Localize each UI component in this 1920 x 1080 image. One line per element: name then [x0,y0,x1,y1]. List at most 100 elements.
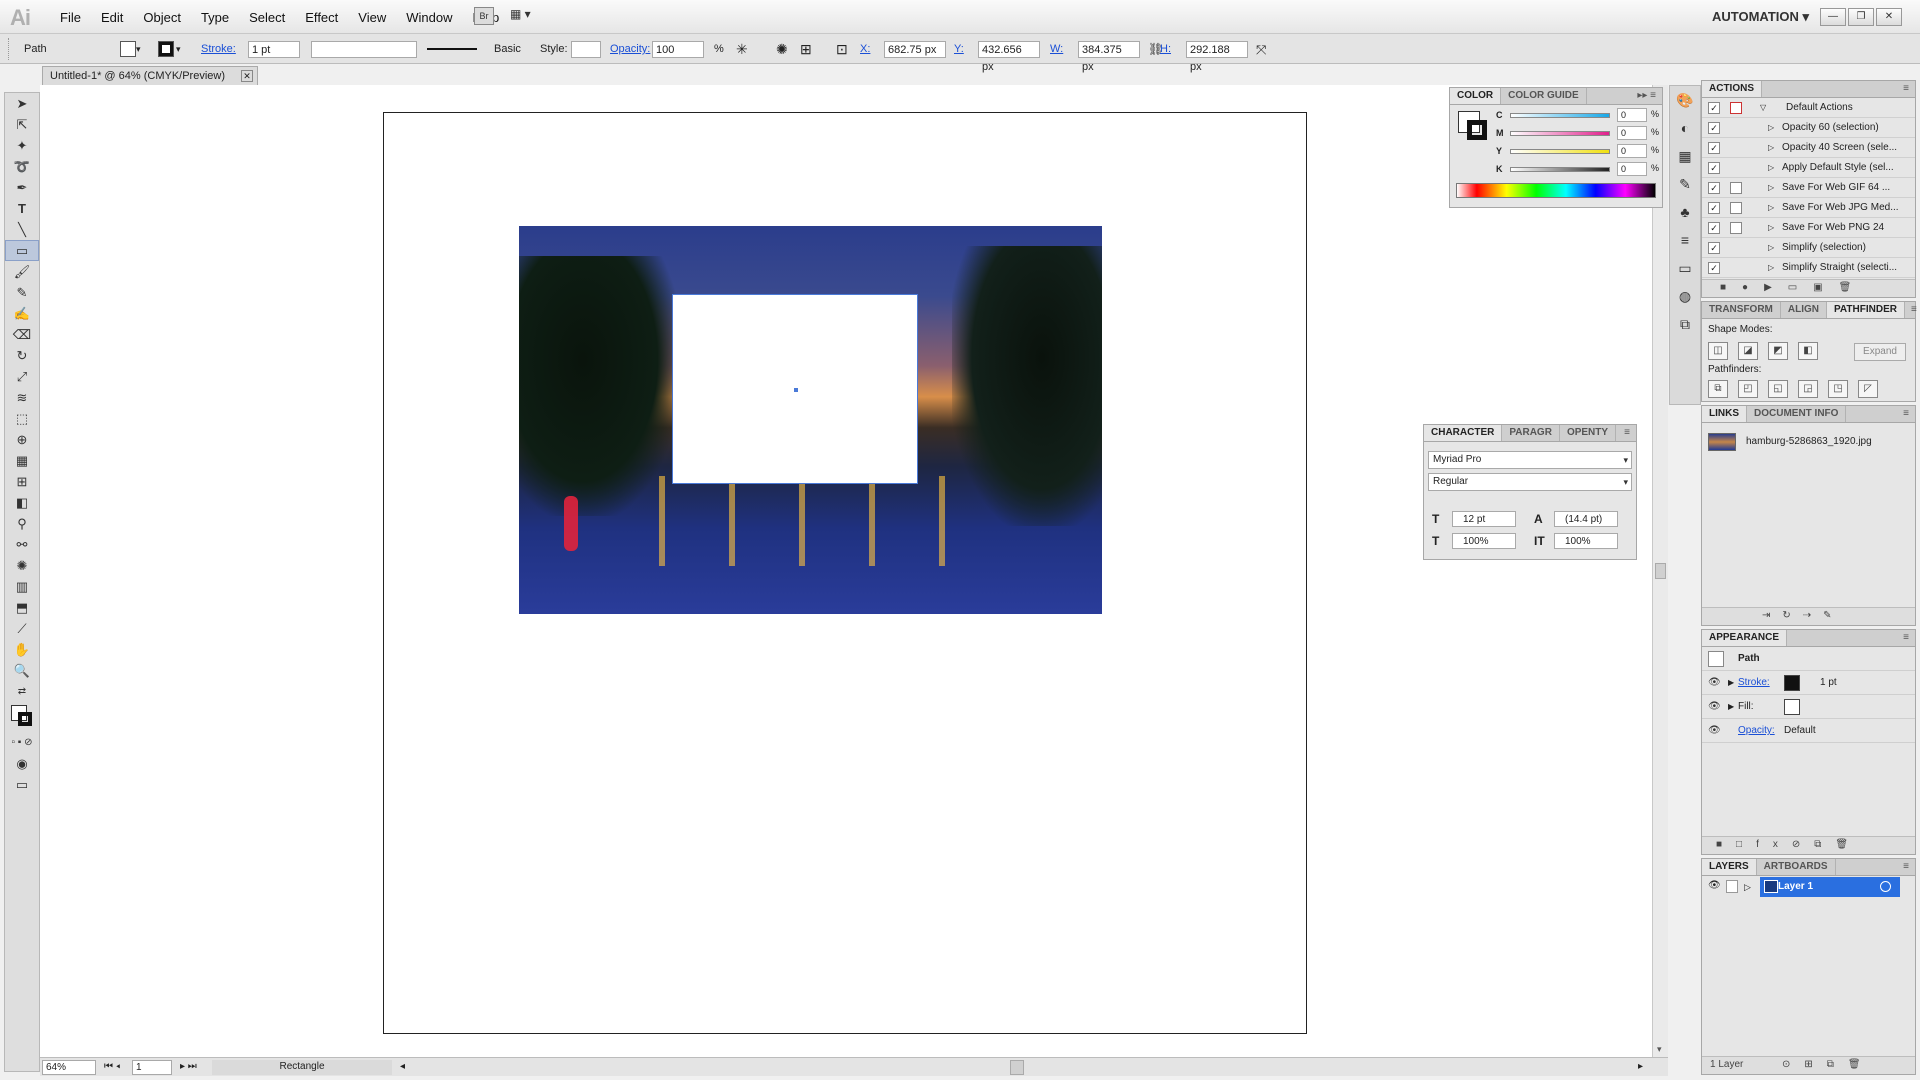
artboard-nav-first-icon[interactable]: ⏮ ◂ [104,1060,120,1075]
warp-tool-icon[interactable]: ≋ [5,387,39,408]
expand-triangle-icon[interactable]: ▷ [1768,218,1774,238]
selected-rectangle[interactable] [672,294,918,484]
rectangle-tool-icon[interactable]: ▭ [5,240,39,261]
panel-menu-icon[interactable]: ≡ [1618,425,1636,441]
expand-triangle-icon[interactable]: ▷ [1768,238,1774,258]
current-tool-status[interactable]: Rectangle [212,1060,392,1075]
link-controls-icon[interactable]: ⇥↻⇢✎ [1702,610,1844,621]
h-field[interactable]: 292.188 px [1186,41,1248,73]
color-panel-icon[interactable]: 🎨 [1670,86,1700,114]
expand-triangle-icon[interactable]: ▷ [1744,877,1751,897]
expand-triangle-icon[interactable]: ▷ [1768,158,1774,178]
checkmark-icon[interactable]: ✓ [1708,182,1720,194]
fill-stroke-widget[interactable] [5,702,39,732]
w-label[interactable]: W: [1050,41,1063,58]
transparency-panel-icon[interactable]: ◍ [1670,282,1700,310]
leading-value[interactable]: (14.4 pt) [1554,511,1618,527]
font-style-select[interactable]: Regular ▾ [1428,473,1632,491]
tab-links[interactable]: LINKS [1702,406,1747,422]
yellow-bar[interactable] [1510,149,1610,154]
magenta-bar[interactable] [1510,131,1610,136]
transform-icon[interactable]: ⤧ [1256,41,1266,58]
menu-type[interactable]: Type [191,10,239,25]
menu-window[interactable]: Window [396,10,462,25]
menu-effect[interactable]: Effect [295,10,348,25]
gradient-tool-icon[interactable]: ◧ [5,492,39,513]
chevron-down-icon[interactable]: ▾ [176,41,181,58]
align-icon[interactable]: ⊞ [800,41,812,58]
dialog-toggle-icon[interactable] [1730,202,1742,214]
shape-builder-tool-icon[interactable]: ⊕ [5,429,39,450]
eyedropper-tool-icon[interactable]: ⚲ [5,513,39,534]
intersect-icon[interactable]: ◩ [1768,342,1788,360]
screen-mode-icon[interactable]: ▭ [5,774,39,795]
artboard-nav-next-icon[interactable]: ▸ ⏭ [180,1060,197,1075]
cyan-bar[interactable] [1510,113,1610,118]
variable-width-select[interactable] [311,41,417,58]
scroll-down-icon[interactable]: ▾ [1657,1044,1662,1055]
stroke-link[interactable]: Stroke: [201,41,236,58]
mesh-tool-icon[interactable]: ⊞ [5,471,39,492]
line-tool-icon[interactable]: ╲ [5,219,39,240]
dialog-toggle-icon[interactable] [1730,102,1742,114]
crop-icon[interactable]: ◲ [1798,380,1818,398]
minimize-icon[interactable]: — [1820,8,1846,26]
checkmark-icon[interactable]: ✓ [1708,242,1720,254]
action-controls-icon[interactable]: ■●▶▭▣🗑 [1702,282,1867,293]
stroke-panel-icon[interactable]: ≡ [1670,226,1700,254]
artboard[interactable] [383,112,1307,1034]
swap-fill-stroke-icon[interactable]: ⇄ [5,681,39,702]
transform-reference-icon[interactable]: ⊡ [836,41,848,58]
minus-front-icon[interactable]: ◪ [1738,342,1758,360]
drawing-mode-icon[interactable]: ◉ [5,753,39,774]
gradient-panel-icon[interactable]: ▭ [1670,254,1700,282]
unite-icon[interactable]: ◫ [1708,342,1728,360]
panel-menu-icon[interactable]: ≡ [1897,81,1915,97]
trim-icon[interactable]: ◰ [1738,380,1758,398]
w-field[interactable]: 384.375 px [1078,41,1140,73]
restore-icon[interactable]: ❐ [1848,8,1874,26]
checkmark-icon[interactable]: ✓ [1708,142,1720,154]
direct-selection-tool-icon[interactable]: ⇱ [5,114,39,135]
opacity-field[interactable]: 100 [652,41,704,58]
y-field[interactable]: 432.656 px [978,41,1040,73]
brushes-panel-icon[interactable]: ✎ [1670,170,1700,198]
stroke-swatch[interactable] [158,41,174,57]
layer-row[interactable]: 👁 ▷ Layer 1 [1702,877,1900,897]
tab-document-info[interactable]: DOCUMENT INFO [1747,406,1847,422]
document-tab[interactable]: Untitled-1* @ 64% (CMYK/Preview) ✕ [42,66,258,85]
vertical-scale-value[interactable]: 100% [1452,533,1516,549]
cyan-slider[interactable]: C 0 % [1454,108,1660,123]
eye-icon[interactable]: 👁 [1708,671,1721,695]
dialog-toggle-icon[interactable] [1730,222,1742,234]
tab-pathfinder[interactable]: PATHFINDER [1827,302,1905,318]
column-graph-tool-icon[interactable]: ▥ [5,576,39,597]
stroke-box[interactable] [18,712,32,726]
tab-color[interactable]: COLOR [1450,88,1502,104]
expand-triangle-icon[interactable]: ▷ [1768,138,1774,158]
expand-triangle-icon[interactable]: ▶ [1728,695,1734,719]
yellow-value[interactable]: 0 [1617,144,1647,158]
swatches-panel-icon[interactable]: ▦ [1670,142,1700,170]
cyan-value[interactable]: 0 [1617,108,1647,122]
type-tool-icon[interactable]: T [5,198,39,219]
black-bar[interactable] [1510,167,1610,172]
font-size-field[interactable]: T 12 pt [1432,511,1532,527]
expand-triangle-icon[interactable]: ▶ [1728,671,1734,695]
tab-transform[interactable]: TRANSFORM [1702,302,1781,318]
menu-object[interactable]: Object [133,10,191,25]
symbols-panel-icon[interactable]: ♣ [1670,198,1700,226]
vertical-scrollbar[interactable]: ▾ [1652,85,1668,1057]
canvas[interactable] [40,85,1652,1057]
placed-image[interactable] [519,226,1102,614]
leading-field[interactable]: A (14.4 pt) [1534,511,1634,527]
color-spectrum[interactable] [1456,183,1656,198]
free-transform-tool-icon[interactable]: ⬚ [5,408,39,429]
color-none-icon[interactable]: ▫ ▪ ⊘ [5,732,39,753]
font-family-select[interactable]: Myriad Pro ▾ [1428,451,1632,469]
panel-menu-icon[interactable]: ▸▸ ≡ [1631,88,1662,104]
expand-triangle-icon[interactable]: ▽ [1760,98,1766,118]
menu-view[interactable]: View [348,10,396,25]
bridge-button[interactable]: Br [474,7,494,25]
lock-toggle[interactable] [1726,880,1738,893]
